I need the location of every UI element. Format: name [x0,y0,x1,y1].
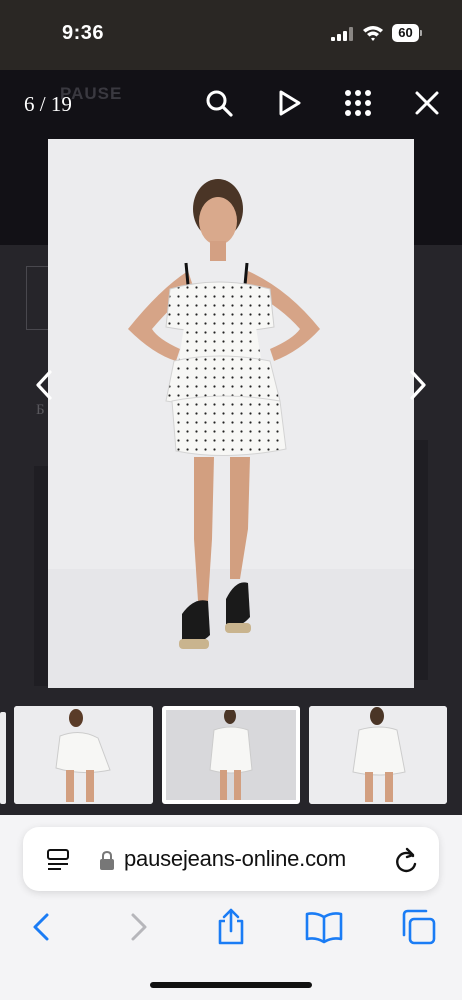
tabs-icon[interactable] [398,907,438,947]
play-icon[interactable] [274,88,304,118]
thumbnail-5[interactable] [14,706,153,804]
thumbnail-4-edge[interactable] [0,712,6,804]
background-card-right [414,440,428,680]
safari-toolbar: pausejeans-online.com [0,815,462,1000]
image-counter: 6 / 19 [24,92,72,116]
url-text[interactable]: pausejeans-online.com [124,846,346,872]
close-icon[interactable] [412,88,442,118]
home-indicator [150,982,312,988]
lock-icon [100,851,114,870]
thumbnail-strip [0,706,462,811]
back-icon[interactable] [22,907,62,947]
reload-icon[interactable] [393,846,419,874]
reader-icon[interactable] [47,848,71,872]
bookmarks-icon[interactable] [304,907,344,947]
zoom-icon[interactable] [204,88,234,118]
battery-level: 60 [398,25,413,40]
wifi-icon [363,26,383,41]
thumbnail-6[interactable] [162,706,300,804]
status-bar: 9:36 60 [0,0,462,70]
share-icon[interactable] [211,907,251,947]
background-text: Б [36,402,45,418]
thumbnail-7[interactable] [309,706,447,804]
prev-arrow-icon[interactable] [32,368,56,402]
forward-icon[interactable] [118,907,158,947]
signal-icon [331,27,353,41]
grid-icon[interactable] [343,88,373,118]
battery-icon: 60 [392,24,422,42]
product-photo[interactable] [48,139,414,688]
next-arrow-icon[interactable] [406,368,430,402]
status-time: 9:36 [62,22,105,44]
